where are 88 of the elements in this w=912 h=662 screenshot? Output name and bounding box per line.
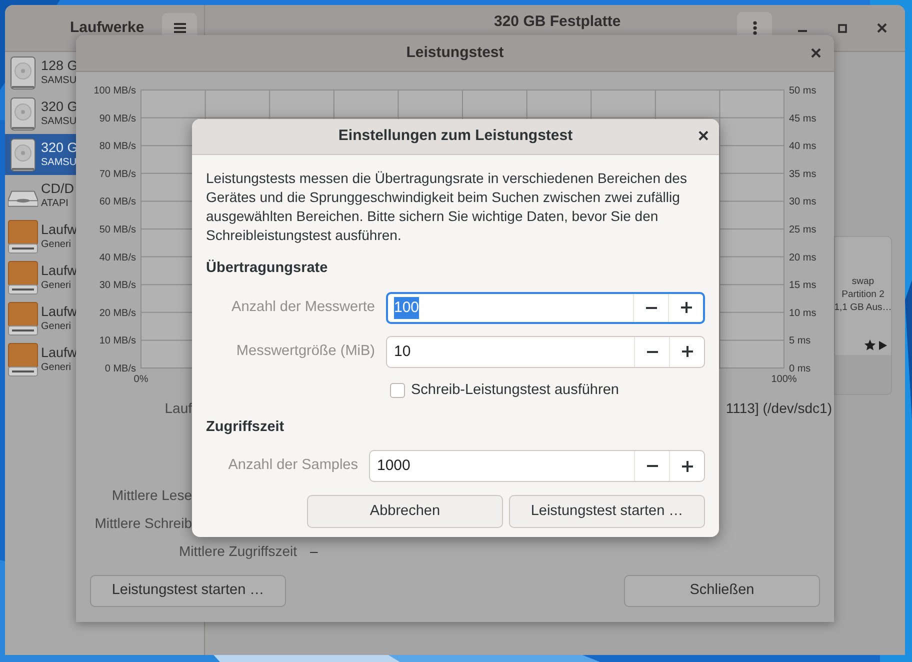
close-icon (811, 48, 821, 58)
partition-number: Partition 2 (842, 288, 884, 301)
drive-model: SAMSU (41, 116, 78, 128)
drive-name: Laufw (41, 262, 78, 280)
plus-icon (682, 460, 692, 472)
axis-label: 10 MB/s (99, 336, 136, 347)
drive-model: Generi (41, 238, 72, 252)
drive-item[interactable]: CD/D ATAPI (5, 175, 76, 216)
axis-label: 100 MB/s (94, 86, 136, 96)
axis-label: 20 ms (789, 252, 816, 264)
drive-model: Generi (41, 362, 72, 374)
partition-size: 1,1 GB Aus… (835, 301, 891, 314)
partition-name: swap (852, 275, 874, 288)
axis-label: 0 ms (789, 364, 811, 374)
dialog-button[interactable]: Schließen (624, 575, 820, 607)
drive-item[interactable]: Laufw Generi (5, 257, 76, 298)
more-options-icon (752, 20, 756, 34)
drive-item[interactable]: Laufw Generi (5, 339, 76, 380)
info-value: 1113] (/dev/sdc1) (726, 398, 833, 418)
drive-icon (8, 342, 38, 376)
drive-icon (8, 220, 38, 254)
sidebar-title: Laufwerke (70, 18, 144, 38)
drive-name: Laufw (41, 222, 78, 239)
number-field[interactable]: 100 (386, 292, 705, 324)
number-field[interactable]: 1000 (369, 450, 705, 482)
drive-item[interactable]: Laufw Generi (5, 216, 76, 257)
star-icon (864, 339, 876, 351)
axis-label: 50 ms (789, 86, 816, 96)
axis-label: 100% (771, 374, 797, 385)
axis-label: 15 ms (789, 280, 816, 292)
axis-label: 20 MB/s (99, 308, 136, 319)
axis-label: 80 MB/s (99, 141, 136, 152)
section-heading: Übertragungsrate (206, 258, 329, 278)
info-label: Mittlere Lese (110, 486, 192, 504)
close-button[interactable] (809, 46, 823, 60)
drive-model: ATAPI (41, 198, 70, 210)
description-text: Leistungstests messen die Übertragungsrate in verschiedenen Bereichen des Gerätes und die Sprunggeschwindigkeit beim Suchen zwischen zwei zufällig ausgewählten Bereichen. Bitte sichern Sie wichtige Daten, bevor Sie den Schreibleistungstest ausführen. (206, 169, 688, 245)
drive-model: Generi (41, 280, 72, 292)
axis-label: 25 ms (789, 224, 816, 236)
dialog-title: Einstellungen zum Leistungstest (338, 126, 573, 146)
window-title: Leistungstest (406, 42, 504, 63)
axis-label: 40 MB/s (99, 252, 136, 264)
drive-name: Laufw (41, 344, 78, 362)
axis-label: 5 ms (789, 336, 811, 347)
play-icon (879, 340, 887, 350)
drive-item[interactable]: Laufw Generi (5, 298, 76, 339)
axis-label: 30 MB/s (99, 280, 136, 292)
axis-label: 0% (134, 374, 148, 385)
axis-label: 10 ms (789, 308, 816, 319)
drive-name: CD/D (41, 180, 74, 198)
drive-model: Generi (41, 320, 72, 334)
field-label: Anzahl der Samples (227, 456, 358, 476)
axis-label: 60 MB/s (99, 196, 136, 208)
window-title: 320 GB Festplatte (494, 12, 621, 32)
info-value: – (310, 542, 318, 560)
menu-icon (174, 23, 186, 33)
maximize-icon (838, 24, 846, 32)
number-field[interactable]: 10 (386, 336, 705, 368)
axis-label: 70 MB/s (99, 168, 136, 180)
axis-label: 35 ms (789, 168, 816, 180)
dialog-button[interactable]: Leistungstest starten … (90, 575, 286, 607)
partition-card[interactable]: swap Partition 2 1,1 GB Aus… (834, 236, 892, 395)
plus-icon (682, 346, 692, 358)
close-button[interactable]: × (698, 127, 709, 146)
checkbox-label: Schreib-Leistungstest ausführen (411, 380, 619, 400)
drive-model: SAMSU (41, 74, 78, 88)
field-label: Messwertgröße (MiB) (235, 342, 375, 361)
section-heading: Zugriffszeit (206, 418, 286, 436)
axis-label: 30 ms (789, 196, 816, 208)
drive-model: SAMSU (41, 156, 78, 170)
drive-icon (8, 260, 38, 294)
drive-name: Laufw (41, 304, 78, 321)
axis-label: 90 MB/s (99, 113, 136, 124)
more-options-button[interactable] (737, 12, 772, 35)
axis-label: 0 MB/s (104, 364, 136, 374)
field-label: Anzahl der Messwerte (230, 298, 375, 317)
axis-label: 50 MB/s (99, 224, 136, 236)
drive-icon (8, 302, 38, 336)
info-label: Lauf (164, 398, 192, 418)
close-icon (877, 23, 887, 33)
info-label: Mittlere Zugriffszeit (178, 542, 297, 561)
info-label: Mittlere Schreib (94, 514, 192, 532)
dialog-button[interactable]: Leistungstest starten … (509, 495, 705, 528)
dialog-button[interactable]: Abbrechen (307, 495, 503, 528)
checkbox[interactable] (390, 383, 405, 398)
axis-label: 45 ms (789, 113, 816, 124)
plus-icon (680, 302, 692, 314)
axis-label: 40 ms (789, 141, 816, 152)
